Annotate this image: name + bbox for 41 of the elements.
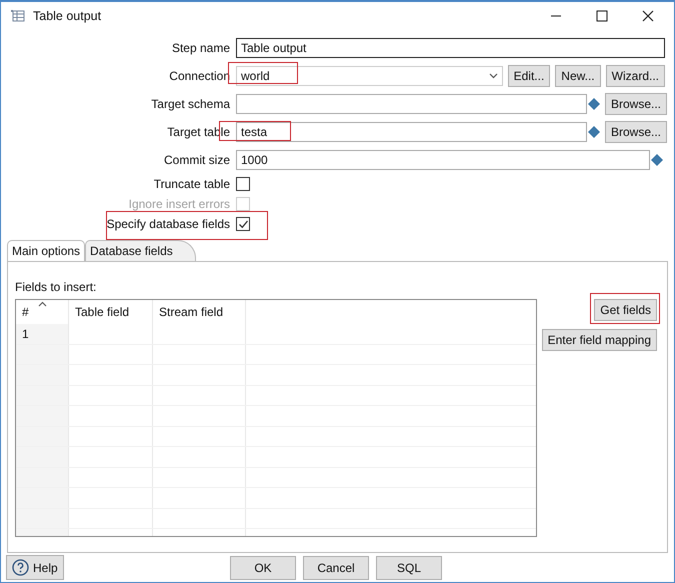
tab[interactable]: Main options [7, 240, 86, 261]
form-button[interactable]: Browse... [605, 121, 668, 143]
dialog-button[interactable]: Cancel [303, 556, 369, 580]
maximize-icon[interactable] [596, 10, 608, 22]
form-button[interactable]: New... [555, 65, 601, 87]
input-field[interactable]: testa [236, 122, 587, 142]
help-button[interactable]: Help [6, 555, 64, 580]
dialog-button[interactable]: SQL [376, 556, 442, 580]
input-field[interactable] [236, 94, 587, 114]
window-title: Table output [33, 8, 102, 22]
tab[interactable]: Database fields [85, 240, 196, 261]
form-button[interactable]: Wizard... [606, 65, 665, 87]
input-field[interactable]: Table output [236, 38, 665, 58]
field-label: Specify database fields [106, 217, 230, 231]
row-number: 1 [16, 324, 69, 344]
variable-icon [588, 126, 600, 138]
form-button[interactable]: Browse... [605, 93, 668, 115]
action-button[interactable]: Get fields [594, 299, 657, 321]
action-button[interactable]: Enter field mapping [542, 329, 657, 351]
form-button[interactable]: Edit... [508, 65, 550, 87]
sort-caret-icon[interactable] [38, 301, 47, 307]
section-label: Fields to insert: [15, 280, 98, 294]
field-label: Ignore insert errors [128, 197, 230, 211]
field-label: Target schema [150, 97, 230, 111]
field-label: Truncate table [152, 177, 230, 191]
field-label: Step name [170, 41, 230, 55]
field-label: Commit size [162, 153, 230, 167]
checkbox[interactable] [236, 217, 250, 231]
dialog-button[interactable]: OK [230, 556, 296, 580]
input-field[interactable]: 1000 [236, 150, 650, 170]
chevron-down-icon [488, 73, 498, 79]
checkbox[interactable] [236, 177, 250, 191]
connection-dropdown[interactable]: world [236, 66, 503, 86]
table-icon [11, 10, 25, 22]
variable-icon [651, 154, 663, 166]
column-header[interactable]: # [22, 305, 29, 319]
column-header[interactable]: Stream field [159, 305, 224, 319]
help-icon [12, 559, 29, 576]
variable-icon [588, 98, 600, 110]
column-header[interactable]: Table field [75, 305, 130, 319]
close-icon[interactable] [642, 10, 654, 22]
